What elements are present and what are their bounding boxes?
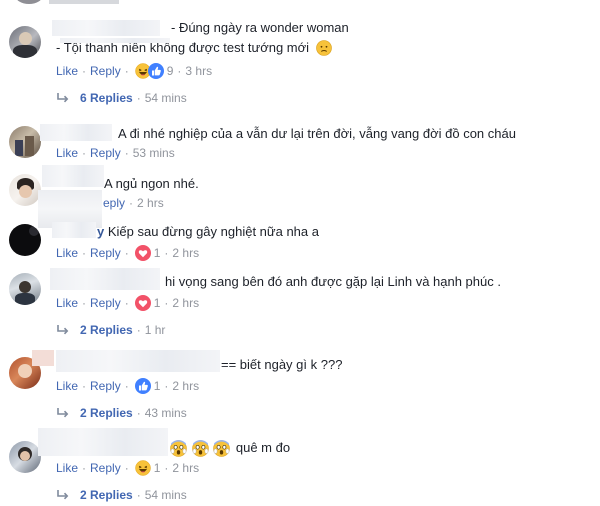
- comment-actions: Like · Reply · 1 · 2 hrs: [56, 245, 200, 261]
- comment-actions: Like · Reply · 1 · 2 hrs: [56, 460, 200, 476]
- replies-link[interactable]: 6 Replies: [80, 91, 133, 105]
- timestamp[interactable]: 2 hrs: [172, 461, 199, 475]
- commenter-name-blur[interactable]: [50, 268, 160, 290]
- reply-arrow-icon: [56, 489, 70, 501]
- reply-link[interactable]: Reply: [90, 146, 121, 160]
- reactions[interactable]: 1: [135, 460, 161, 476]
- replies-link[interactable]: 2 Replies: [80, 488, 133, 502]
- replies-link[interactable]: 2 Replies: [80, 323, 133, 337]
- avatar[interactable]: [9, 174, 41, 206]
- reactions[interactable]: 1: [135, 295, 161, 311]
- reaction-count: 1: [153, 379, 161, 393]
- like-link[interactable]: Like: [56, 461, 78, 475]
- comment-actions: Like · Reply · 1 · 2 hrs: [56, 378, 200, 394]
- comment-text: A ngủ ngon nhé.: [104, 176, 199, 191]
- timestamp[interactable]: 2 hrs: [172, 246, 199, 260]
- commenter-name-blur[interactable]: [38, 428, 168, 456]
- reactions[interactable]: 1: [135, 245, 161, 261]
- text-overlay-blur: [60, 38, 170, 43]
- timestamp[interactable]: 2 hrs: [137, 196, 164, 210]
- comment-text: y Kiếp sau đừng gây nghiệt nữa nha a: [97, 224, 319, 239]
- avatar[interactable]: [9, 126, 41, 158]
- replies-time: 54 mins: [144, 488, 187, 502]
- comment-actions: Like · Reply · 1 · 2 hrs: [56, 295, 200, 311]
- view-replies[interactable]: 2 Replies · 54 mins: [56, 488, 187, 502]
- comment-text: == biết ngày gì k ???: [221, 357, 343, 372]
- like-link[interactable]: Like: [56, 296, 78, 310]
- scream-face-icon: [192, 440, 209, 457]
- previous-avatar-edge: [15, 0, 43, 4]
- like-link[interactable]: Like: [56, 64, 78, 78]
- like-link[interactable]: Like: [56, 246, 78, 260]
- view-replies[interactable]: 6 Replies · 54 mins: [56, 91, 187, 105]
- like-icon: [135, 378, 151, 394]
- reply-link[interactable]: Reply: [90, 246, 121, 260]
- comment-text: A đi nhé nghiệp của a vẫn dư lại trên đờ…: [118, 126, 516, 141]
- reply-arrow-icon: [56, 407, 70, 419]
- replies-time: 1 hr: [144, 323, 166, 337]
- reaction-count: 1: [153, 246, 161, 260]
- worried-face-icon: [316, 40, 332, 56]
- scream-face-icon: [213, 440, 230, 457]
- avatar[interactable]: [9, 273, 41, 305]
- replies-link[interactable]: 2 Replies: [80, 406, 133, 420]
- comment-actions: eply · 2 hrs: [103, 196, 164, 210]
- reply-link[interactable]: Reply: [90, 379, 121, 393]
- timestamp[interactable]: 2 hrs: [172, 296, 199, 310]
- comment-text-line-1: - Đúng ngày ra wonder woman: [171, 20, 349, 35]
- like-link[interactable]: Like: [56, 146, 78, 160]
- view-replies[interactable]: 2 Replies · 43 mins: [56, 406, 187, 420]
- view-replies[interactable]: 2 Replies · 1 hr: [56, 323, 165, 337]
- commenter-name-blur[interactable]: [32, 350, 54, 366]
- timestamp[interactable]: 2 hrs: [172, 379, 199, 393]
- avatar[interactable]: [9, 26, 41, 58]
- reply-link[interactable]: eply: [103, 196, 125, 210]
- reply-arrow-icon: [56, 324, 70, 336]
- replies-time: 43 mins: [144, 406, 187, 420]
- love-icon: [135, 245, 151, 261]
- reply-link[interactable]: Reply: [90, 461, 121, 475]
- avatar[interactable]: [9, 441, 41, 473]
- scream-face-icon: [170, 440, 187, 457]
- reaction-count: 1: [153, 461, 161, 475]
- comment-text: quê m đo: [170, 440, 290, 457]
- reply-link[interactable]: Reply: [90, 64, 121, 78]
- commenter-name-blur[interactable]: [52, 20, 160, 36]
- reply-link[interactable]: Reply: [90, 296, 121, 310]
- replies-time: 54 mins: [144, 91, 187, 105]
- commenter-name-blur[interactable]: [42, 165, 104, 187]
- comment-text: hi vọng sang bên đó anh được gặp lại Lin…: [165, 274, 501, 289]
- comment-actions: Like · Reply · 53 mins: [56, 146, 175, 160]
- reactions[interactable]: 9: [135, 63, 174, 79]
- previous-name-blur: [49, 0, 119, 4]
- commenter-name-blur[interactable]: [52, 222, 96, 238]
- comment-actions: Like · Reply · 9 · 3 hrs: [56, 63, 213, 79]
- reactions[interactable]: 1: [135, 378, 161, 394]
- reply-arrow-icon: [56, 92, 70, 104]
- timestamp[interactable]: 53 mins: [133, 146, 175, 160]
- reaction-count: 9: [166, 64, 174, 78]
- love-icon: [135, 295, 151, 311]
- commenter-name-partial[interactable]: y: [97, 224, 104, 239]
- commenter-name-blur[interactable]: [56, 350, 220, 372]
- haha-icon: [135, 460, 151, 476]
- reaction-count: 1: [153, 296, 161, 310]
- commenter-name-blur[interactable]: [40, 124, 112, 141]
- like-icon: [148, 63, 164, 79]
- timestamp[interactable]: 3 hrs: [185, 64, 212, 78]
- like-link[interactable]: Like: [56, 379, 78, 393]
- avatar[interactable]: [9, 224, 41, 256]
